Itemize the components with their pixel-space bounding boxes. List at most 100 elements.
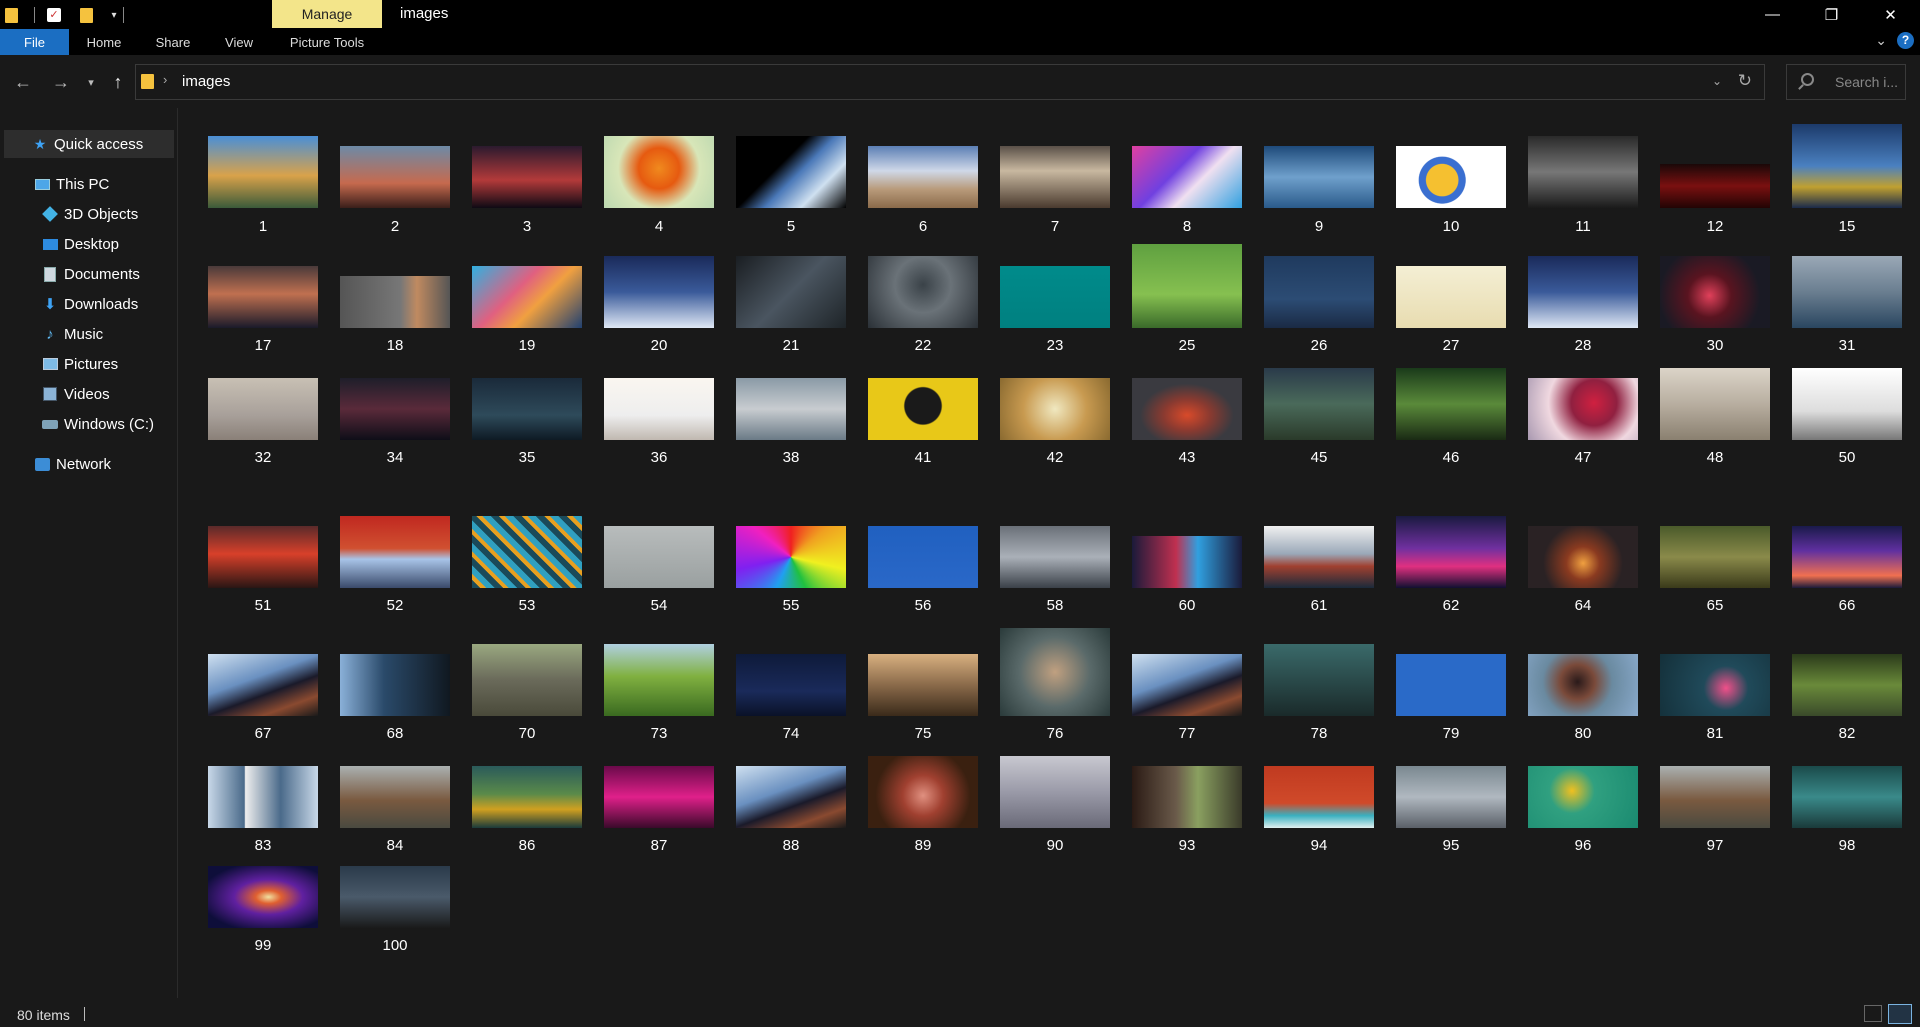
search-box[interactable]: Search i... (1786, 64, 1906, 100)
tab-file[interactable]: File (0, 29, 69, 55)
image-thumbnail[interactable] (472, 766, 582, 828)
sidebar-item-label: 3D Objects (64, 205, 139, 223)
item-count: 80 items (17, 1007, 70, 1023)
image-thumbnail[interactable] (208, 866, 318, 928)
image-thumbnail[interactable] (1660, 766, 1770, 828)
sidebar-item-desktop[interactable]: Desktop (0, 230, 178, 258)
star-icon: ★ (33, 135, 47, 152)
file-item[interactable]: 86 (472, 108, 582, 859)
manage-context-tab[interactable]: Manage (272, 0, 382, 28)
close-button[interactable]: ✕ (1861, 0, 1920, 29)
file-item[interactable]: 90 (1000, 108, 1110, 859)
quick-access-toolbar: ✓ ▾ (0, 4, 132, 26)
image-thumbnail[interactable] (868, 756, 978, 828)
new-folder-icon[interactable] (75, 4, 97, 26)
image-thumbnail[interactable] (1396, 766, 1506, 828)
file-name-label[interactable]: 95 (1396, 837, 1506, 854)
file-item[interactable]: 87 (604, 108, 714, 859)
file-item[interactable]: 97 (1660, 108, 1770, 859)
file-item[interactable]: 95 (1396, 108, 1506, 859)
file-name-label[interactable]: 89 (868, 837, 978, 854)
file-name-label[interactable]: 93 (1132, 837, 1242, 854)
chevron-down-icon[interactable]: ⌄ (1875, 32, 1887, 49)
sidebar-item-label: Downloads (64, 295, 139, 313)
sidebar-item-documents[interactable]: Documents (0, 260, 178, 288)
breadcrumb-chevron-icon[interactable]: › (163, 72, 167, 87)
tab-home[interactable]: Home (76, 29, 132, 55)
up-arrow-icon[interactable]: ↑ (108, 71, 128, 93)
customize-toolbar-arrow-icon[interactable]: ▾ (107, 10, 121, 21)
network-icon (34, 457, 50, 471)
sidebar-item-label: Documents (64, 265, 140, 283)
file-item[interactable]: 88 (736, 108, 846, 859)
sidebar-item-pictures[interactable]: Pictures (0, 350, 178, 378)
window-controls: — ❐ ✕ (1743, 0, 1920, 29)
sidebar-item-windows-c[interactable]: Windows (C:) (0, 410, 178, 438)
file-name-label[interactable]: 99 (208, 937, 318, 954)
videos-icon (42, 387, 58, 401)
status-divider (84, 1007, 85, 1021)
3d-objects-icon (42, 206, 58, 222)
image-thumbnail[interactable] (1528, 766, 1638, 828)
image-thumbnail[interactable] (340, 866, 450, 928)
image-thumbnail[interactable] (1132, 766, 1242, 828)
image-thumbnail[interactable] (736, 766, 846, 828)
details-view-icon[interactable] (1864, 1005, 1882, 1022)
help-icon[interactable]: ? (1897, 32, 1914, 49)
recent-locations-chevron-icon[interactable]: ▾ (84, 71, 98, 93)
file-name-label[interactable]: 94 (1264, 837, 1374, 854)
file-item[interactable]: 99 (208, 108, 318, 959)
file-item[interactable]: 100 (340, 108, 450, 959)
search-icon (1801, 73, 1814, 86)
address-dropdown-icon[interactable]: ⌄ (1712, 74, 1722, 88)
restore-button[interactable]: ❐ (1802, 0, 1861, 29)
refresh-icon[interactable]: ↻ (1738, 71, 1752, 91)
sidebar-item-network[interactable]: Network (0, 450, 178, 478)
file-item[interactable]: 96 (1528, 108, 1638, 859)
file-name-label[interactable]: 90 (1000, 837, 1110, 854)
large-icons-view-icon[interactable] (1888, 1004, 1912, 1024)
address-path[interactable]: images (182, 73, 230, 90)
image-thumbnail[interactable] (604, 766, 714, 828)
address-bar[interactable]: › images ⌄ ↻ (135, 64, 1765, 100)
image-thumbnail[interactable] (1000, 756, 1110, 828)
file-item[interactable]: 93 (1132, 108, 1242, 859)
toolbar-divider (34, 7, 35, 23)
file-name-label[interactable]: 96 (1528, 837, 1638, 854)
tab-share[interactable]: Share (146, 29, 200, 55)
image-thumbnail[interactable] (1264, 766, 1374, 828)
sidebar-item-label: Videos (64, 385, 110, 403)
title-bar: ✓ ▾ Manage images — ❐ ✕ (0, 0, 1920, 29)
sidebar-item-music[interactable]: ♪ Music (0, 320, 178, 348)
sidebar-item-this-pc[interactable]: This PC (0, 170, 178, 198)
file-name-label[interactable]: 87 (604, 837, 714, 854)
back-arrow-icon[interactable]: ← (12, 71, 34, 93)
file-name-label[interactable]: 86 (472, 837, 582, 854)
file-name-label[interactable]: 100 (340, 937, 450, 954)
file-name-label[interactable]: 98 (1792, 837, 1902, 854)
image-thumbnail[interactable] (1792, 766, 1902, 828)
file-item[interactable]: 98 (1792, 108, 1902, 859)
sidebar-item-3d-objects[interactable]: 3D Objects (0, 200, 178, 228)
file-item[interactable]: 94 (1264, 108, 1374, 859)
tab-picture-tools[interactable]: Picture Tools (280, 29, 374, 55)
forward-arrow-icon[interactable]: → (50, 71, 72, 93)
navigation-bar: ← → ▾ ↑ › images ⌄ ↻ Search i... (0, 61, 1920, 105)
status-bar: 80 items (0, 1001, 1920, 1027)
sidebar-item-label: Music (64, 325, 104, 343)
sidebar-item-videos[interactable]: Videos (0, 380, 178, 408)
window-title: images (400, 5, 449, 22)
minimize-button[interactable]: — (1743, 0, 1802, 29)
file-name-label[interactable]: 97 (1660, 837, 1770, 854)
computer-icon (34, 177, 50, 191)
sidebar-item-label: Windows (C:) (64, 415, 155, 433)
sidebar-item-downloads[interactable]: ⬇ Downloads (0, 290, 178, 318)
file-name-label[interactable]: 88 (736, 837, 846, 854)
search-input[interactable]: Search i... (1835, 74, 1898, 90)
file-item[interactable]: 89 (868, 108, 978, 859)
tab-view[interactable]: View (214, 29, 264, 55)
folder-icon (141, 74, 154, 89)
pictures-icon (42, 357, 58, 371)
properties-icon[interactable]: ✓ (43, 4, 65, 26)
sidebar-item-quick-access[interactable]: ★ Quick access (4, 130, 174, 158)
